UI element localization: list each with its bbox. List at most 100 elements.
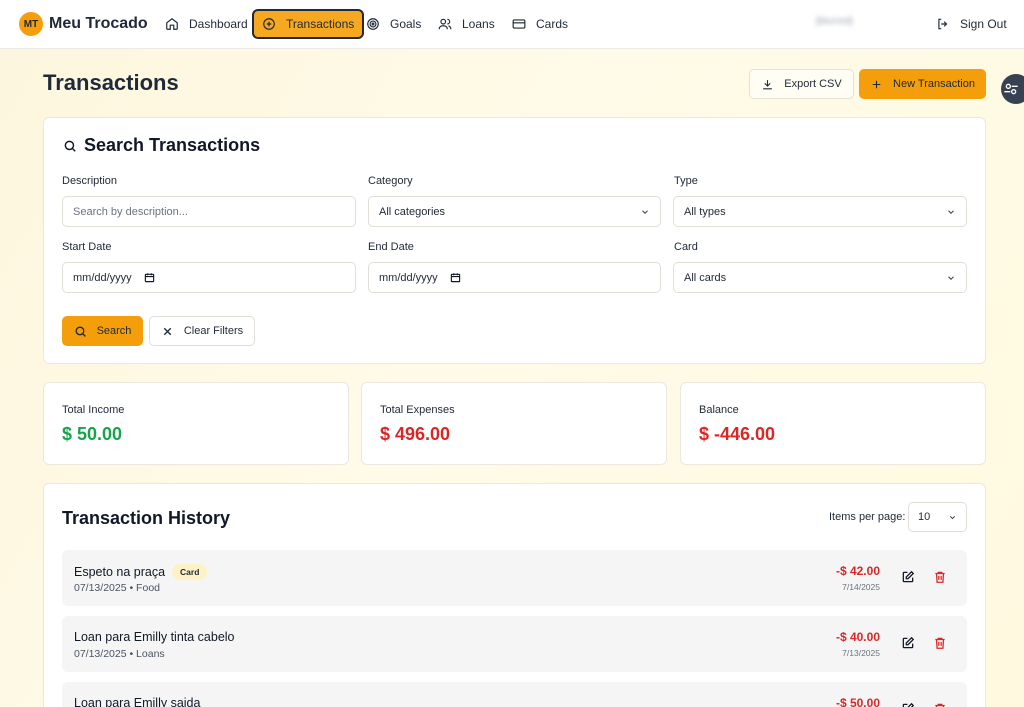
- chevron-down-icon: [949, 516, 956, 520]
- transaction-row: Espeto na praça Card 07/13/2025 • Food -…: [62, 550, 967, 606]
- search-card-title: Search Transactions: [63, 135, 260, 156]
- search-icon: [75, 325, 86, 337]
- sign-out-icon: [938, 18, 948, 30]
- end-date-value: mm/dd/yyyy: [379, 271, 438, 284]
- balance-value: $ -446.00: [699, 424, 776, 444]
- card-select[interactable]: All cards: [673, 262, 967, 293]
- filter-toggle-button[interactable]: [1001, 74, 1024, 104]
- new-transaction-button[interactable]: New Transaction: [859, 69, 986, 99]
- nav-item-label: Transactions: [286, 17, 355, 31]
- credit-card-icon: [512, 19, 526, 29]
- brand[interactable]: MT Meu Trocado: [19, 12, 148, 36]
- nav-item-label: Loans: [462, 17, 495, 31]
- plus-circle-icon: [263, 18, 275, 30]
- brand-name: Meu Trocado: [49, 15, 148, 32]
- download-icon: [763, 79, 773, 89]
- close-icon: [163, 327, 172, 335]
- nav-item-dashboard[interactable]: Dashboard: [157, 9, 256, 39]
- description-input[interactable]: Search by description...: [62, 196, 356, 227]
- export-csv-button[interactable]: Export CSV: [749, 69, 854, 99]
- nav-item-cards[interactable]: Cards: [504, 9, 576, 39]
- transaction-meta: 07/13/2025 • Food: [74, 582, 160, 594]
- nav-item-label: Goals: [390, 17, 422, 31]
- end-date-input[interactable]: mm/dd/yyyy: [368, 262, 661, 293]
- transaction-history-card: Transaction History Items per page: 10 E…: [43, 483, 986, 707]
- edit-icon[interactable]: [901, 636, 915, 650]
- nav-item-label: Dashboard: [189, 17, 248, 31]
- start-date-value: mm/dd/yyyy: [73, 271, 132, 284]
- total-expenses-value: $ 496.00: [380, 424, 451, 444]
- search-card: Search Transactions Description Search b…: [43, 117, 986, 364]
- search-button-label: Search: [96, 325, 132, 337]
- sign-out-button[interactable]: Sign Out: [928, 9, 1015, 39]
- chevron-down-icon: [948, 210, 954, 214]
- transaction-date: 7/14/2025: [842, 582, 880, 592]
- nav-item-loans[interactable]: Loans: [430, 9, 503, 39]
- edit-icon[interactable]: [901, 702, 915, 707]
- start-date-label: Start Date: [62, 241, 112, 253]
- transaction-name: Espeto na praça: [74, 565, 166, 579]
- target-icon: [367, 18, 379, 30]
- plus-icon: [872, 80, 881, 88]
- transaction-name: Loan para Emilly tinta cabelo: [74, 630, 235, 644]
- nav-item-label: Cards: [536, 17, 569, 31]
- items-per-page-value: 10: [918, 511, 931, 523]
- balance-card: Balance $ -446.00: [680, 382, 986, 465]
- transaction-date: 7/13/2025: [842, 648, 880, 658]
- category-select-value: All categories: [379, 205, 446, 218]
- description-label: Description: [62, 175, 118, 187]
- nav-item-transactions[interactable]: Transactions: [252, 9, 365, 39]
- category-label: Category: [368, 175, 413, 187]
- category-select[interactable]: All categories: [368, 196, 661, 227]
- clear-filters-button[interactable]: Clear Filters: [149, 316, 255, 346]
- clear-filters-label: Clear Filters: [183, 325, 244, 337]
- items-per-page-label: Items per page:: [829, 511, 906, 523]
- transaction-name-wrap: Loan para Emilly tinta cabelo: [74, 630, 235, 644]
- export-csv-label: Export CSV: [784, 78, 842, 90]
- transaction-name: Loan para Emilly saida: [74, 696, 201, 707]
- total-income-card: Total Income $ 50.00: [43, 382, 349, 465]
- home-icon: [166, 18, 178, 30]
- search-button[interactable]: Search: [62, 316, 143, 346]
- users-icon: [438, 18, 452, 30]
- search-icon: [64, 140, 76, 152]
- new-transaction-label: New Transaction: [893, 78, 975, 90]
- type-select-value: All types: [684, 205, 726, 218]
- chevron-down-icon: [948, 276, 954, 280]
- total-income-value: $ 50.00: [62, 424, 123, 444]
- trash-icon[interactable]: [933, 702, 947, 707]
- top-navbar: MT Meu Trocado Dashboard Transactions Go…: [0, 0, 1024, 49]
- type-select[interactable]: All types: [673, 196, 967, 227]
- end-date-label: End Date: [368, 241, 414, 253]
- total-expenses-label: Total Expenses: [380, 404, 455, 416]
- transaction-amount: -$ 50.00: [835, 696, 880, 707]
- total-income-label: Total Income: [62, 404, 125, 416]
- transaction-row: Loan para Emilly saida -$ 50.00: [62, 682, 967, 707]
- transaction-row: Loan para Emilly tinta cabelo 07/13/2025…: [62, 616, 967, 672]
- type-label: Type: [674, 175, 698, 187]
- transaction-meta: 07/13/2025 • Loans: [74, 648, 165, 660]
- transaction-history-title: Transaction History: [62, 508, 231, 528]
- chevron-down-icon: [642, 210, 648, 214]
- edit-icon[interactable]: [901, 570, 915, 584]
- sign-out-label: Sign Out: [960, 17, 1007, 31]
- transaction-name-wrap: Espeto na praça Card: [74, 564, 208, 580]
- trash-icon[interactable]: [933, 570, 947, 584]
- card-badge: Card: [172, 564, 208, 580]
- brand-logo: MT: [19, 12, 43, 36]
- total-expenses-card: Total Expenses $ 496.00: [361, 382, 667, 465]
- page-title: Transactions: [43, 70, 179, 95]
- items-per-page-select[interactable]: 10: [908, 502, 967, 532]
- calendar-icon[interactable]: [144, 272, 155, 283]
- card-label: Card: [674, 241, 698, 253]
- transaction-name-wrap: Loan para Emilly saida: [74, 696, 200, 707]
- nav-item-goals[interactable]: Goals: [358, 9, 429, 39]
- search-title-text: Search Transactions: [84, 135, 261, 155]
- filter-icon: [1004, 83, 1018, 95]
- balance-label: Balance: [699, 404, 739, 416]
- start-date-input[interactable]: mm/dd/yyyy: [62, 262, 356, 293]
- calendar-icon[interactable]: [450, 272, 461, 283]
- trash-icon[interactable]: [933, 636, 947, 650]
- card-select-value: All cards: [684, 271, 727, 284]
- transaction-amount: -$ 40.00: [835, 630, 880, 644]
